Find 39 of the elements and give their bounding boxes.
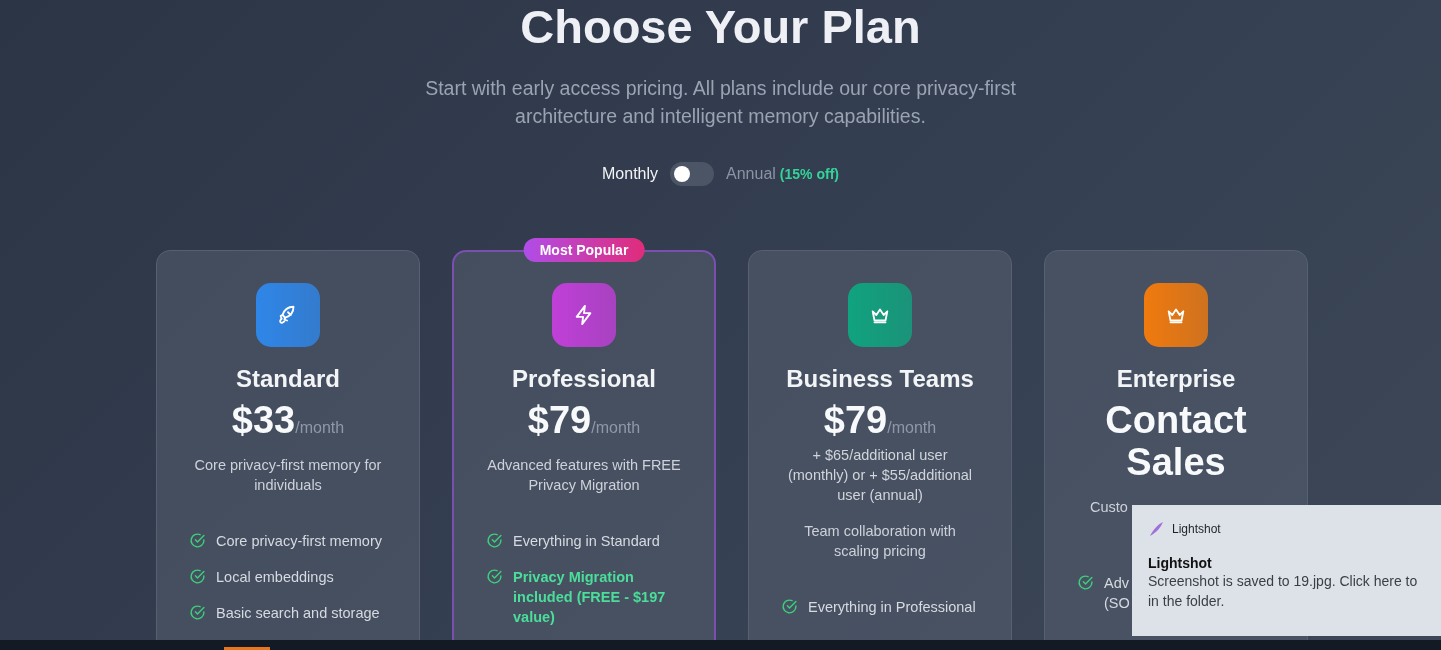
feature-text: Everything in Standard (513, 532, 660, 551)
billing-option[interactable]: Monthly (602, 165, 659, 183)
plan-name: Business Teams (786, 365, 974, 393)
feature-text: Basic search and storage (216, 604, 380, 623)
feather-icon (1148, 521, 1164, 537)
check-icon (781, 598, 798, 615)
check-icon (189, 532, 206, 549)
notification-title: Lightshot (1148, 555, 1213, 571)
plan-price: $33/month (231, 399, 345, 441)
popular-badge: Most Popular (523, 238, 645, 262)
billing-toggle[interactable] (670, 162, 715, 186)
page-title: Choose Your Plan (520, 0, 921, 52)
plan-name: Standard (236, 365, 340, 393)
check-icon (486, 532, 503, 549)
check-icon (189, 604, 206, 621)
notification-message: Screenshot is saved to 19.jpg. Click here to in the folder. (1148, 572, 1419, 611)
plan-description: Core privacy-first memory for individuals (193, 456, 383, 495)
plan-price: Contact Sales (1104, 399, 1248, 483)
pricing-note: + $65/additional user (monthly) or + $55/additional user (annual) (786, 446, 974, 505)
plan-name: Enterprise (1116, 365, 1236, 393)
feature-text: Everything in Professional (808, 598, 976, 617)
check-icon (1077, 574, 1094, 591)
feature-text: Local embeddings (216, 568, 334, 587)
plan-price: $79/month (527, 399, 641, 441)
page-subtitle: Start with early access pricing. All plans include our core privacy-first architecture and intelligent memory capabilities. (424, 76, 1017, 129)
feature-text: Core privacy-first memory (216, 532, 382, 551)
plan-price: $79/month (823, 399, 937, 441)
check-icon (189, 568, 206, 585)
discount-label: (15% off) (779, 166, 839, 182)
app-name: Lightshot (1172, 522, 1221, 536)
plan-description: Team collaboration with scaling pricing (803, 522, 957, 561)
billing-option[interactable]: Annual (726, 165, 776, 183)
feature-text: Privacy Migration included (FREE - $197 value) (513, 568, 667, 627)
feature-text: Adv (SO (1104, 574, 1130, 613)
notification-toast[interactable]: Lightshot Lightshot Screenshot is saved to 19.jpg. Click here to in the folder. (1132, 505, 1441, 636)
plan-description: Advanced features with FREE Privacy Migration (486, 456, 682, 495)
plan-name: Professional (511, 365, 656, 393)
plan-description: Custo (1090, 498, 1128, 517)
check-icon (486, 568, 503, 585)
